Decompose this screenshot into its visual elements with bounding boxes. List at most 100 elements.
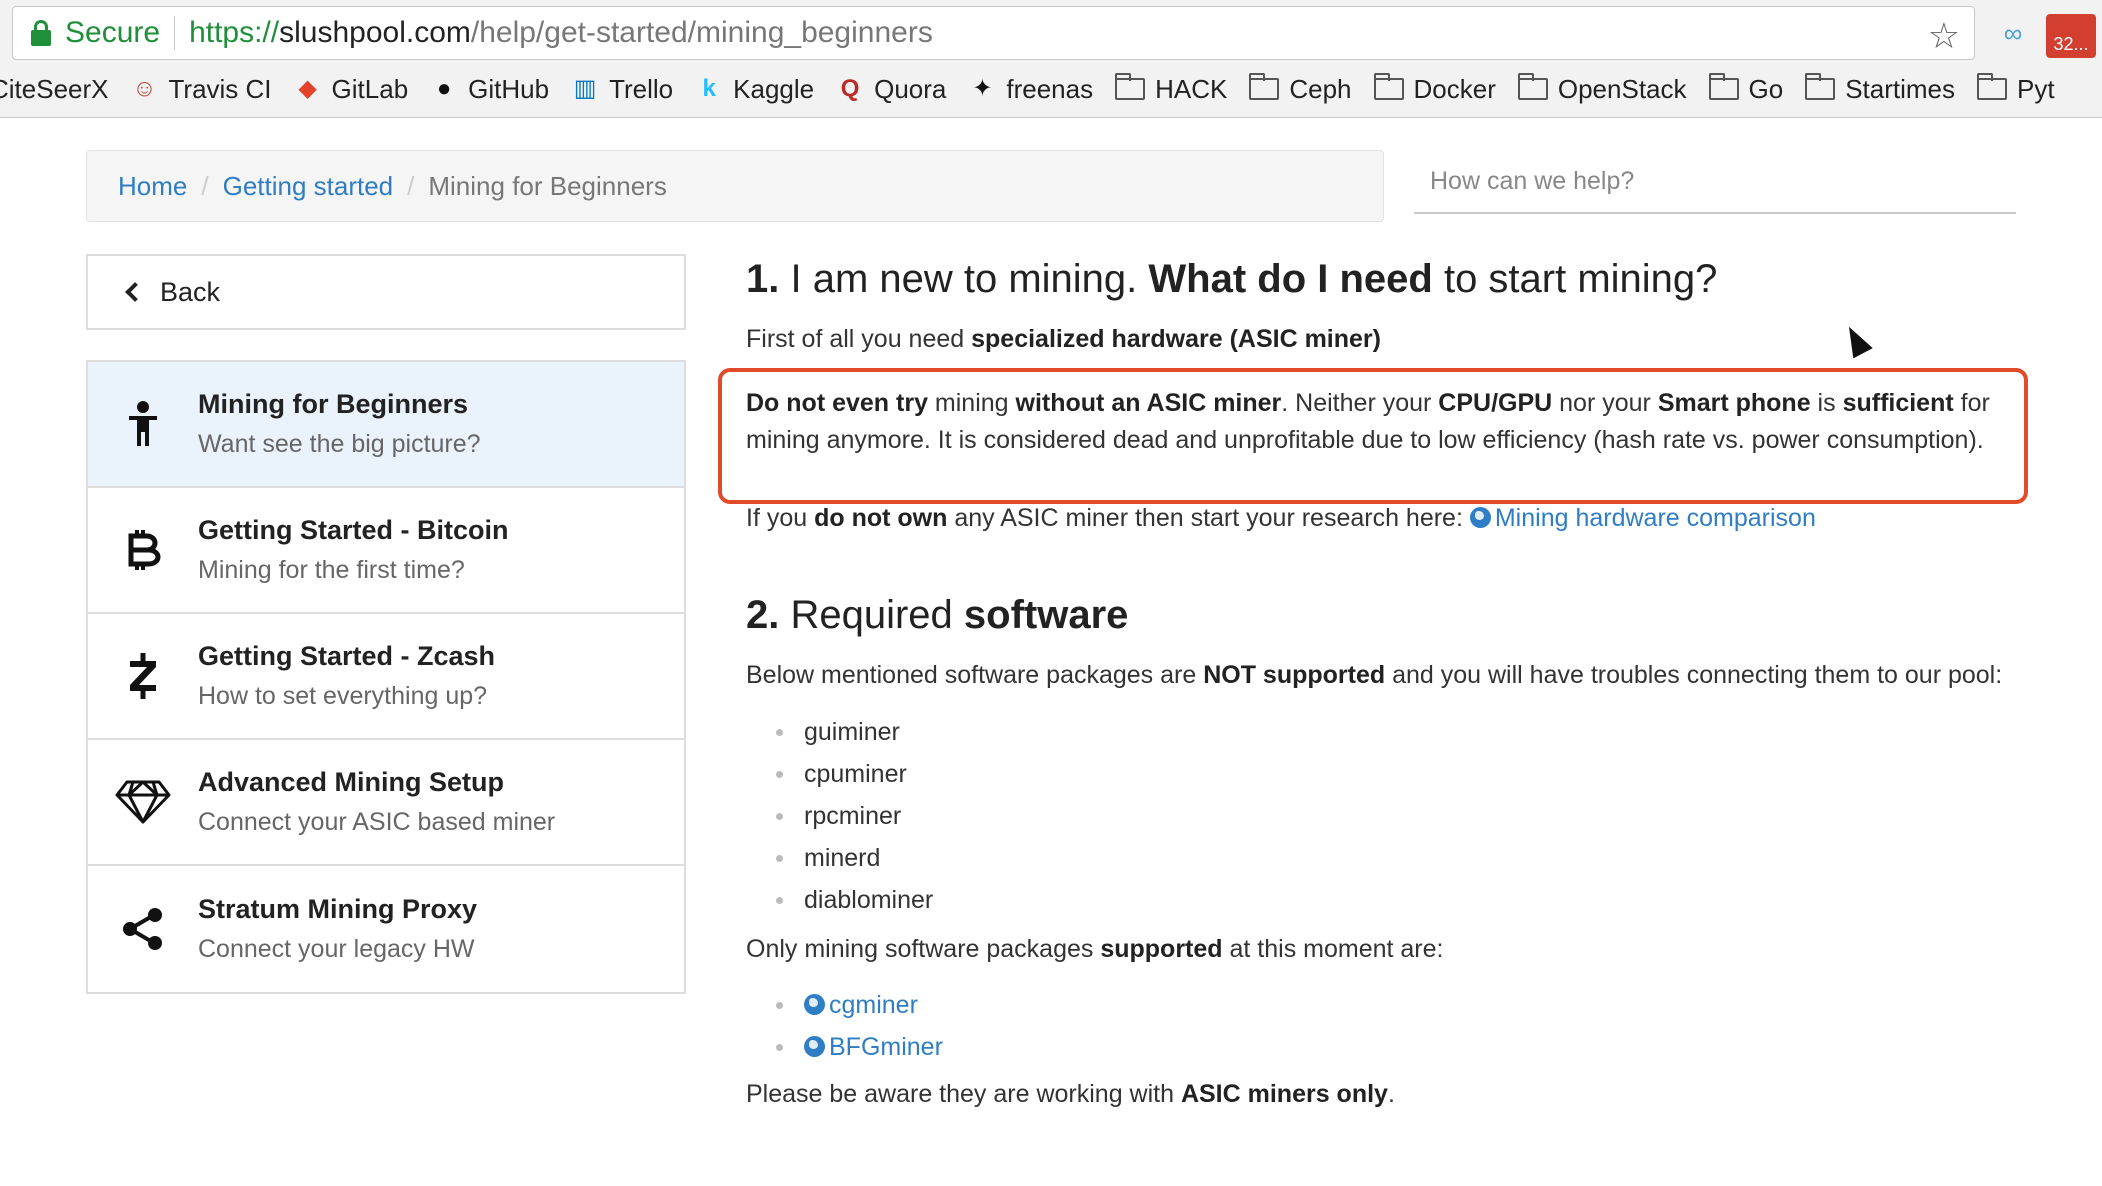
bookmark-quora[interactable]: Q Quora: [836, 74, 947, 105]
list-item: rpcminer: [776, 795, 2026, 837]
nav-item-mining-beginners[interactable]: Mining for Beginners Want see the big pi…: [88, 362, 684, 488]
list-item: guiminer: [776, 711, 2026, 753]
bookmark-docker[interactable]: Docker: [1373, 73, 1496, 105]
nav-item-title: Stratum Mining Proxy: [198, 894, 478, 924]
bookmark-startimes[interactable]: Startimes: [1805, 73, 1956, 105]
nav-item-title: Advanced Mining Setup: [198, 767, 505, 797]
bookmark-label: Kaggle: [733, 73, 815, 104]
trello-icon: ▥: [573, 75, 597, 102]
address-separator: [174, 16, 176, 50]
bookmark-freenas[interactable]: ✦ freenas: [968, 74, 1093, 105]
unsupported-list: guiminer cpuminer rpcminer minerd diablo…: [776, 711, 2026, 921]
bookmarks-bar: CiteSeerX ☺ Travis CI ◆ GitLab ● GitHub ▥ Trello…: [0, 66, 2077, 112]
bookmark-label: Ceph: [1289, 73, 1352, 104]
extension-icon[interactable]: ∞: [1998, 18, 2028, 48]
nav-item-zcash[interactable]: Getting Started - Zcash How to set every…: [88, 614, 684, 740]
address-bar[interactable]: Secure https://slushpool.com/help/get-st…: [12, 6, 1975, 60]
bfgminer-link[interactable]: BFGminer: [804, 1033, 943, 1061]
browser-chrome: Secure https://slushpool.com/help/get-st…: [0, 0, 2102, 118]
diamond-icon: [88, 779, 198, 825]
zcash-icon: [88, 651, 198, 701]
help-search-input[interactable]: [1414, 150, 2016, 214]
freenas-icon: ✦: [972, 75, 993, 102]
breadcrumb-home-link[interactable]: Home: [118, 171, 187, 202]
bookmark-citeseerx[interactable]: CiteSeerX: [0, 74, 109, 105]
nav-item-subtitle: Connect your legacy HW: [198, 935, 475, 963]
folder-icon: [1373, 73, 1404, 100]
bookmark-openstack[interactable]: OpenStack: [1517, 73, 1687, 105]
folder-icon: [1805, 73, 1836, 100]
bookmark-star-icon[interactable]: ☆: [1928, 15, 1960, 57]
guide-nav-list: Mining for Beginners Want see the big pi…: [86, 360, 686, 994]
cgminer-link[interactable]: cgminer: [804, 991, 918, 1019]
nav-item-stratum-proxy[interactable]: Stratum Mining Proxy Connect your legacy…: [88, 866, 684, 992]
kaggle-icon: k: [702, 75, 716, 102]
breadcrumb-separator: /: [407, 170, 415, 201]
bookmark-label: Startimes: [1845, 73, 1956, 104]
main-content: 1. I am new to mining. What do I need to…: [746, 255, 2026, 1114]
bookmark-label: Trello: [609, 73, 674, 104]
bookmark-hack[interactable]: HACK: [1115, 73, 1228, 105]
bookmark-trello[interactable]: ▥ Trello: [571, 74, 673, 105]
gmail-badge: 32...: [2053, 34, 2089, 54]
bookmark-label: freenas: [1006, 73, 1094, 104]
supported-list: cgminer BFGminer: [776, 984, 2026, 1068]
quora-icon: Q: [840, 75, 860, 102]
nav-item-subtitle: Connect your ASIC based miner: [198, 808, 556, 836]
section-2-heading: 2. Required software: [746, 593, 1129, 637]
breadcrumb-section-link[interactable]: Getting started: [223, 171, 394, 202]
bookmark-label: Pyt: [2017, 73, 2055, 104]
list-item: cgminer: [776, 984, 2026, 1026]
nav-item-subtitle: Want see the big picture?: [198, 430, 481, 458]
bookmark-label: Travis CI: [168, 73, 272, 104]
lock-icon: [31, 20, 51, 46]
asic-only-paragraph: Please be aware they are working with AS…: [746, 1080, 1395, 1108]
unsupported-paragraph: Below mentioned software packages are NO…: [746, 661, 2003, 689]
folder-icon: [1708, 73, 1739, 100]
gitlab-icon: ◆: [298, 75, 317, 102]
nav-item-title: Getting Started - Zcash: [198, 641, 496, 671]
bitcoin-icon: [88, 526, 198, 574]
gmail-extension-icon[interactable]: 32...: [2046, 14, 2096, 58]
bookmark-kaggle[interactable]: k Kaggle: [695, 74, 814, 105]
asic-warning-paragraph: Do not even try mining without an ASIC m…: [746, 388, 1990, 455]
bookmark-github[interactable]: ● GitHub: [430, 74, 549, 105]
travis-icon: ☺: [132, 75, 157, 102]
folder-icon: [1249, 73, 1280, 100]
folder-icon: [1115, 73, 1146, 100]
url-protocol: https://: [189, 16, 280, 49]
bookmark-ceph[interactable]: Ceph: [1249, 73, 1352, 105]
github-icon: ●: [436, 75, 452, 102]
nav-item-subtitle: How to set everything up?: [198, 682, 488, 710]
bookmark-label: HACK: [1155, 73, 1228, 104]
secure-label: Secure: [65, 16, 161, 49]
nav-item-title: Getting Started - Bitcoin: [198, 515, 509, 545]
bookmark-go[interactable]: Go: [1708, 73, 1784, 105]
breadcrumb-current: Mining for Beginners: [428, 170, 667, 201]
nav-item-advanced-setup[interactable]: Advanced Mining Setup Connect your ASIC …: [88, 740, 684, 866]
back-button[interactable]: Back: [86, 254, 686, 330]
url-text[interactable]: https://slushpool.com/help/get-started/m…: [189, 16, 933, 50]
share-icon: [88, 906, 198, 952]
nav-item-bitcoin[interactable]: Getting Started - Bitcoin Mining for the…: [88, 488, 684, 614]
list-item: BFGminer: [776, 1026, 2026, 1068]
bookmark-label: Go: [1748, 73, 1784, 104]
bookmark-gitlab[interactable]: ◆ GitLab: [294, 74, 408, 105]
hardware-paragraph: First of all you need specialized hardwa…: [746, 325, 1381, 353]
bookmark-label: CiteSeerX: [0, 73, 109, 104]
folder-icon: [1977, 73, 2008, 100]
bookmark-label: Docker: [1413, 73, 1496, 104]
bookmark-travis-ci[interactable]: ☺ Travis CI: [131, 73, 272, 105]
globe-icon: [804, 994, 825, 1015]
chevron-left-icon: [125, 282, 145, 302]
section-1-heading: 1. I am new to mining. What do I need to…: [746, 257, 1718, 301]
globe-icon: [1469, 506, 1491, 528]
list-item: minerd: [776, 837, 2026, 879]
url-host: slushpool.com: [279, 16, 471, 49]
bookmark-pyt[interactable]: Pyt: [1977, 73, 2055, 105]
bookmark-label: OpenStack: [1557, 73, 1687, 104]
breadcrumb: Home / Getting started / Mining for Begi…: [86, 150, 1384, 222]
hardware-comparison-link[interactable]: Mining hardware comparison: [1469, 504, 1816, 532]
url-path: /help/get-started/mining_beginners: [470, 16, 933, 49]
person-icon: [88, 400, 198, 448]
